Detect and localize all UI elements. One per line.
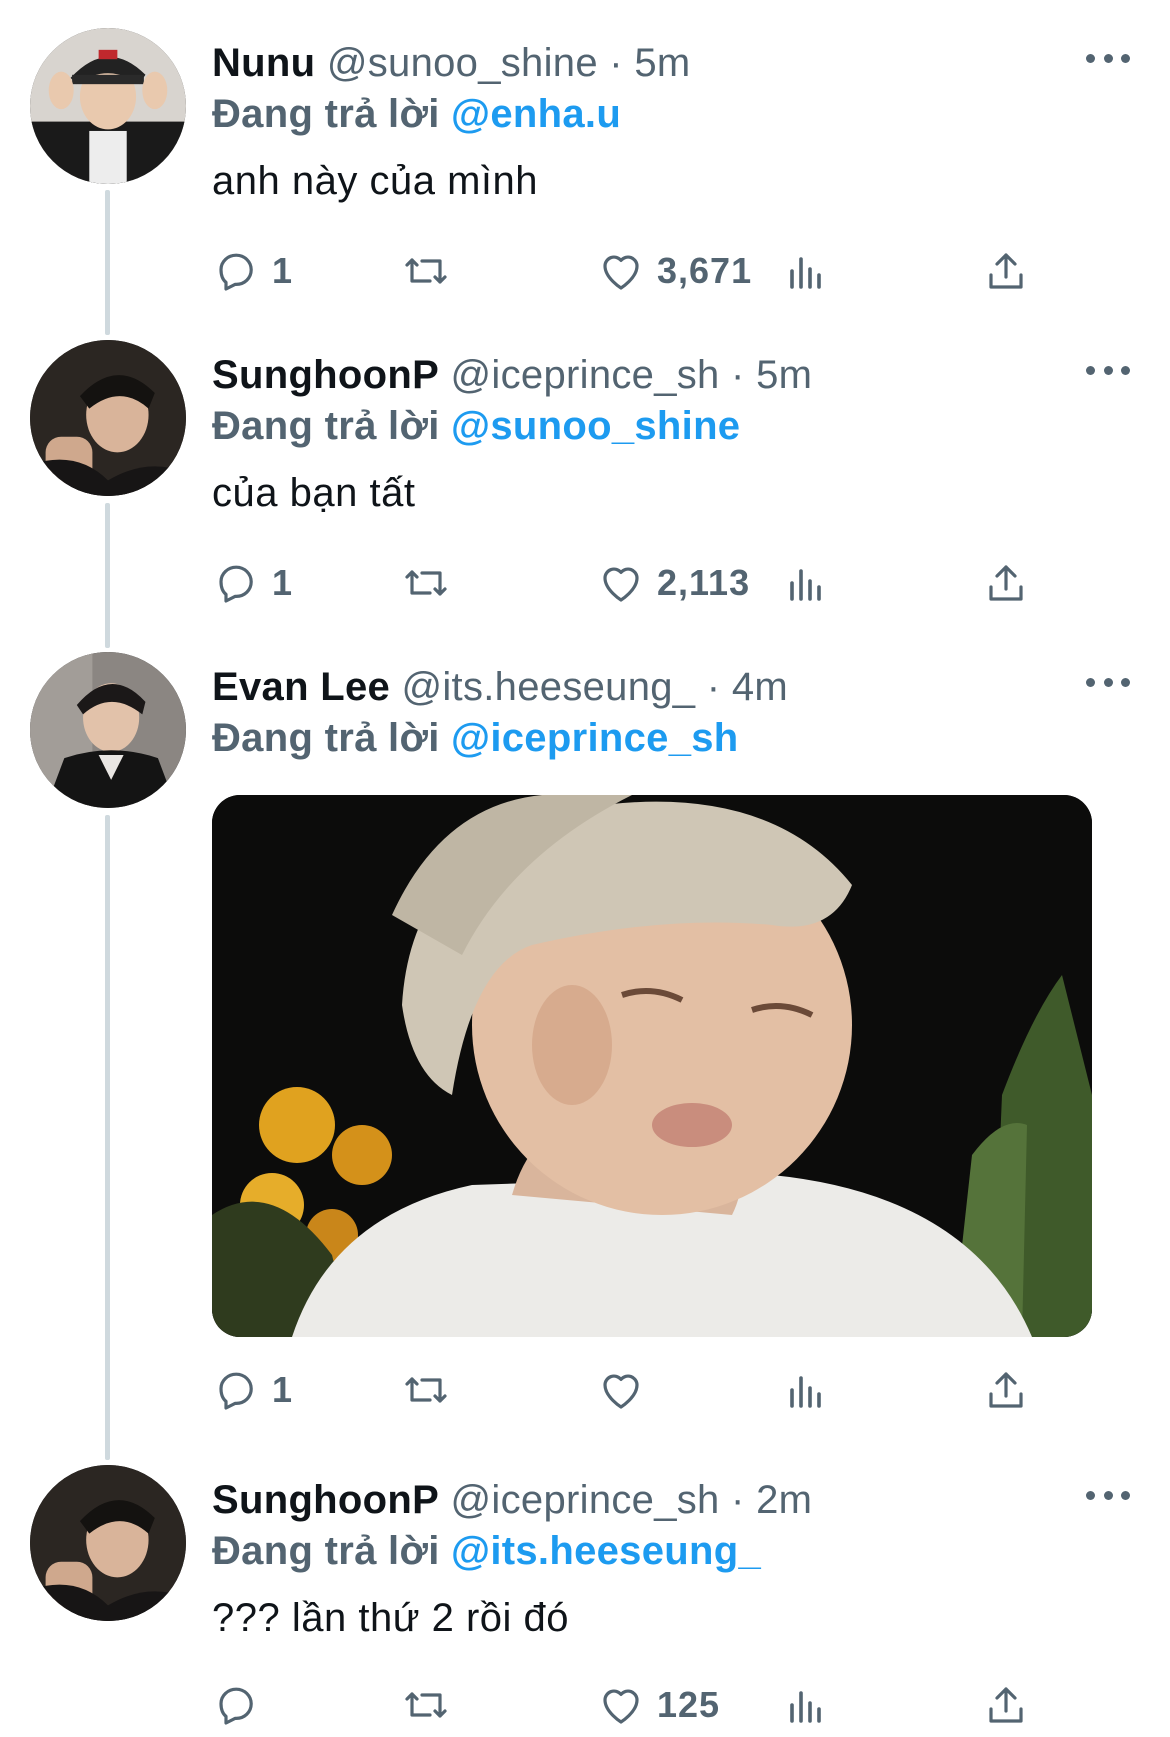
avatar[interactable] [30,340,186,496]
share-icon [989,1372,1023,1408]
like-count: 3,671 [657,250,753,291]
retweet-button[interactable] [402,555,450,611]
reply-button[interactable]: 1 [212,243,293,299]
user-handle[interactable]: @iceprince_sh [451,353,720,397]
views-button[interactable] [782,555,830,611]
action-bar: 1 [212,1362,1052,1418]
separator-dot: · [731,353,745,397]
reply-count: 1 [272,250,294,291]
views-icon [790,257,821,289]
tweet-text: của bạn tất [212,471,416,515]
user-handle[interactable]: @iceprince_sh [451,1478,720,1522]
share-button[interactable] [982,1362,1030,1418]
mention-link[interactable]: @its.heeseung_ [451,1529,761,1573]
share-button[interactable] [982,555,1030,611]
share-button[interactable] [982,1677,1030,1733]
views-icon [790,1691,821,1723]
heart-icon [603,567,639,602]
timestamp[interactable]: 5m [756,353,812,397]
replying-to-label: Đang trả lời [212,92,440,136]
heart-icon [603,1374,639,1409]
display-name[interactable]: Evan Lee [212,665,390,709]
reply-icon [219,1687,253,1725]
views-icon [790,1376,821,1408]
replying-to: Đang trả lời @sunoo_shine [212,401,740,451]
share-icon [989,1687,1023,1723]
user-handle[interactable]: @its.heeseung_ [401,665,695,709]
retweet-icon [405,1692,447,1718]
share-icon [989,565,1023,601]
replying-to: Đang trả lời @enha.u [212,89,621,139]
views-button[interactable] [782,243,830,299]
tweet-text: anh này của mình [212,159,538,203]
mention-link[interactable]: @enha.u [451,92,621,136]
tweet-text: ??? lần thứ 2 rồi đó [212,1596,570,1640]
thread-connector [105,503,110,648]
replying-to: Đang trả lời @its.heeseung_ [212,1526,761,1576]
retweet-icon [405,1377,447,1403]
display-name[interactable]: SunghoonP [212,1478,439,1522]
action-bar: 125 [212,1677,1052,1733]
retweet-icon [405,258,447,284]
action-bar: 1 3,671 [212,243,1052,299]
timestamp[interactable]: 2m [756,1478,812,1522]
display-name[interactable]: SunghoonP [212,353,439,397]
avatar[interactable] [30,1465,186,1621]
reply-button[interactable]: 1 [212,555,293,611]
avatar[interactable] [30,28,186,184]
mention-link[interactable]: @iceprince_sh [451,716,738,760]
reply-icon [219,1372,253,1410]
timestamp[interactable]: 5m [634,41,690,85]
replying-to-label: Đang trả lời [212,404,440,448]
reply-icon [219,565,253,603]
share-icon [989,253,1023,289]
thread-connector [105,190,110,335]
avatar[interactable] [30,652,186,808]
reply-count: 1 [272,562,294,603]
more-icon[interactable] [1086,1485,1130,1505]
share-button[interactable] [982,243,1030,299]
like-button[interactable]: 2,113 [597,555,750,611]
action-bar: 1 2,113 [212,555,1052,611]
tweet-header: SunghoonP @iceprince_sh · 2m [212,1475,812,1525]
reply-button[interactable]: 1 [212,1362,293,1418]
thread-connector [105,815,110,1460]
tweet-header: Nunu @sunoo_shine · 5m [212,38,691,88]
tweet-media-image[interactable] [212,795,1092,1337]
display-name[interactable]: Nunu [212,41,315,85]
heart-icon [603,255,639,290]
reply-button[interactable] [212,1677,260,1733]
separator-dot: · [731,1478,745,1522]
separator-dot: · [706,665,721,709]
retweet-button[interactable] [402,243,450,299]
like-button[interactable] [597,1362,645,1418]
like-count: 125 [657,1684,721,1725]
views-button[interactable] [782,1362,830,1418]
user-handle[interactable]: @sunoo_shine [327,41,598,85]
reply-icon [219,253,253,291]
views-icon [790,569,821,601]
retweet-button[interactable] [402,1677,450,1733]
like-button[interactable]: 3,671 [597,243,752,299]
separator-dot: · [609,41,623,85]
reply-count: 1 [272,1369,294,1410]
replying-to: Đang trả lời @iceprince_sh [212,713,739,763]
more-icon[interactable] [1086,360,1130,380]
more-icon[interactable] [1086,672,1130,692]
retweet-icon [405,570,447,596]
mention-link[interactable]: @sunoo_shine [451,404,740,448]
heart-icon [603,1689,639,1724]
more-icon[interactable] [1086,48,1130,68]
tweet-header: Evan Lee @its.heeseung_ · 4m [212,662,788,712]
like-button[interactable]: 125 [597,1677,720,1733]
replying-to-label: Đang trả lời [212,1529,440,1573]
reply-thread: Nunu @sunoo_shine · 5m Đang trả lời @enh… [0,0,1170,1737]
tweet-header: SunghoonP @iceprince_sh · 5m [212,350,812,400]
timestamp[interactable]: 4m [732,665,788,709]
views-button[interactable] [782,1677,830,1733]
retweet-button[interactable] [402,1362,450,1418]
like-count: 2,113 [657,562,751,603]
replying-to-label: Đang trả lời [212,716,440,760]
